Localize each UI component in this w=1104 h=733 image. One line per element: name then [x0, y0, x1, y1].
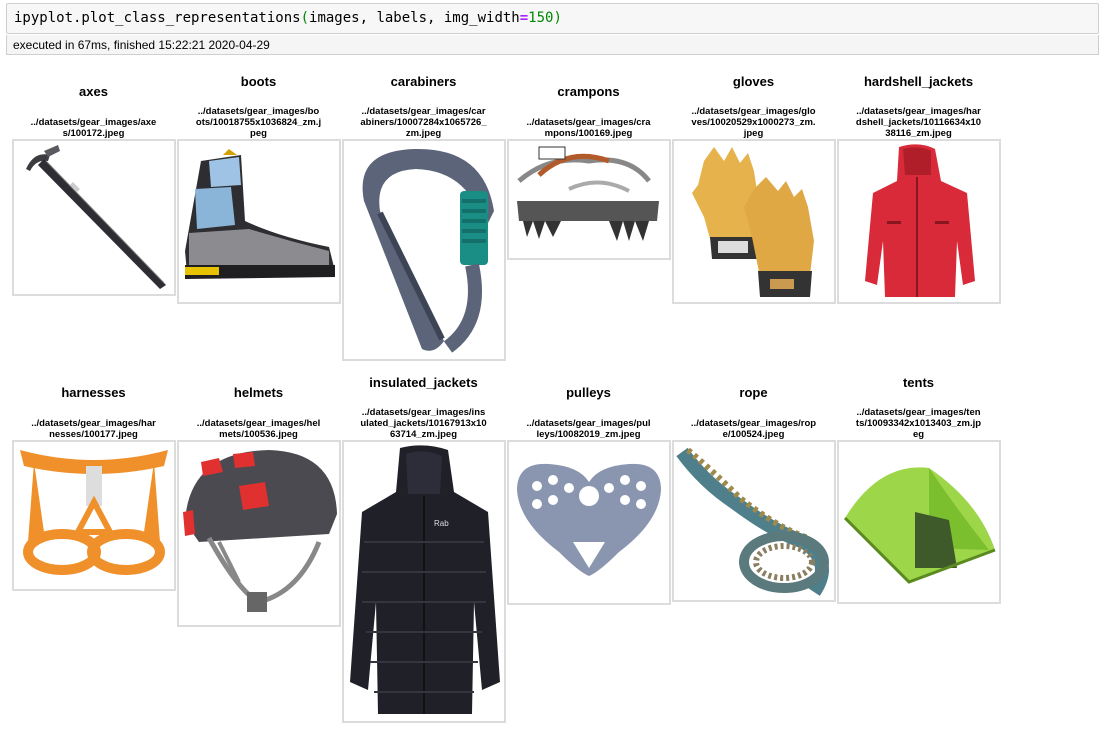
- class-label-block: gloves: [671, 74, 836, 90]
- class-label-block: boots: [176, 74, 341, 90]
- class-label: helmets: [233, 385, 284, 400]
- file-path-label: ../datasets/gear_images/ins ulated_jacke…: [360, 407, 487, 440]
- code-value: 150: [528, 10, 554, 26]
- class-label: pulleys: [566, 385, 611, 400]
- execution-info-bar: executed in 67ms, finished 15:22:21 2020…: [6, 35, 1099, 55]
- code-line: ipyplot.plot_class_representations(image…: [14, 10, 562, 26]
- class-label-block: pulleys: [506, 385, 671, 401]
- ice-axe-icon[interactable]: [12, 139, 176, 296]
- file-path-label: ../datasets/gear_images/har dshell_jacke…: [855, 106, 982, 139]
- class-label-block: insulated_jackets: [341, 375, 506, 391]
- class-label-block: rope: [671, 385, 836, 401]
- file-label-block: ../datasets/gear_images/hel mets/100536.…: [176, 418, 341, 440]
- boot-icon[interactable]: [177, 139, 341, 304]
- glove-icon[interactable]: [672, 139, 836, 304]
- file-path-label: ../datasets/gear_images/ten ts/10093342x…: [855, 407, 982, 440]
- class-label: crampons: [557, 84, 620, 99]
- file-label-block: ../datasets/gear_images/glo ves/10020529…: [671, 106, 836, 139]
- file-label-block: ../datasets/gear_images/ten ts/10093342x…: [836, 407, 1001, 440]
- code-equals: =: [519, 10, 529, 26]
- execution-info: executed in 67ms, finished 15:22:21 2020…: [13, 38, 270, 52]
- class-label-block: helmets: [176, 385, 341, 401]
- carabiner-icon[interactable]: [342, 139, 506, 361]
- class-label: gloves: [732, 74, 775, 89]
- file-path-label: ../datasets/gear_images/rop e/100524.jpe…: [690, 418, 817, 440]
- class-label: boots: [240, 74, 277, 89]
- file-label-block: ../datasets/gear_images/bo ots/10018755x…: [176, 106, 341, 139]
- class-label: rope: [739, 385, 768, 400]
- svg-text:Rab: Rab: [434, 519, 449, 528]
- class-label-block: axes: [11, 84, 176, 100]
- file-path-label: ../datasets/gear_images/hel mets/100536.…: [196, 418, 321, 440]
- file-path-label: ../datasets/gear_images/cra mpons/100169…: [526, 117, 651, 139]
- file-path-label: ../datasets/gear_images/har nesses/10017…: [31, 418, 156, 440]
- file-path-label: ../datasets/gear_images/bo ots/10018755x…: [195, 106, 322, 139]
- class-label-block: tents: [836, 375, 1001, 391]
- file-label-block: ../datasets/gear_images/pul leys/1008201…: [506, 418, 671, 440]
- code-args: images, labels, img_width: [309, 10, 520, 26]
- file-path-label: ../datasets/gear_images/pul leys/1008201…: [526, 418, 651, 440]
- helmet-icon[interactable]: [177, 440, 341, 627]
- file-label-block: ../datasets/gear_images/cra mpons/100169…: [506, 117, 671, 139]
- file-label-block: ../datasets/gear_images/rop e/100524.jpe…: [671, 418, 836, 440]
- file-label-block: ../datasets/gear_images/har nesses/10017…: [11, 418, 176, 440]
- crampon-icon[interactable]: [507, 139, 671, 260]
- class-label-block: harnesses: [11, 385, 176, 401]
- file-label-block: ../datasets/gear_images/car abiners/1000…: [341, 106, 506, 139]
- file-path-label: ../datasets/gear_images/glo ves/10020529…: [691, 106, 816, 139]
- code-close-paren: ): [553, 10, 562, 26]
- file-label-block: ../datasets/gear_images/har dshell_jacke…: [836, 106, 1001, 139]
- class-label: harnesses: [61, 385, 126, 400]
- class-label: insulated_jackets: [369, 375, 478, 390]
- code-cell[interactable]: ipyplot.plot_class_representations(image…: [6, 3, 1099, 34]
- file-label-block: ../datasets/gear_images/axe s/100172.jpe…: [11, 117, 176, 139]
- harness-icon[interactable]: [12, 440, 176, 591]
- class-label: hardshell_jackets: [863, 74, 974, 89]
- class-label-block: hardshell_jackets: [836, 74, 1001, 90]
- pulley-icon[interactable]: [507, 440, 671, 605]
- code-function: ipyplot.plot_class_representations: [14, 10, 301, 26]
- class-label: axes: [79, 84, 108, 99]
- rope-icon[interactable]: [672, 440, 836, 602]
- class-label-block: carabiners: [341, 74, 506, 90]
- hardshell-jacket-icon[interactable]: [837, 139, 1001, 304]
- code-open-paren: (: [300, 10, 310, 26]
- file-path-label: ../datasets/gear_images/axe s/100172.jpe…: [30, 117, 157, 139]
- tent-icon[interactable]: [837, 440, 1001, 604]
- file-path-label: ../datasets/gear_images/car abiners/1000…: [360, 106, 487, 139]
- insulated-jacket-icon[interactable]: Rab: [342, 440, 506, 723]
- class-label-block: crampons: [506, 84, 671, 100]
- file-label-block: ../datasets/gear_images/ins ulated_jacke…: [341, 407, 506, 440]
- class-label: tents: [902, 375, 935, 390]
- class-label: carabiners: [390, 74, 457, 89]
